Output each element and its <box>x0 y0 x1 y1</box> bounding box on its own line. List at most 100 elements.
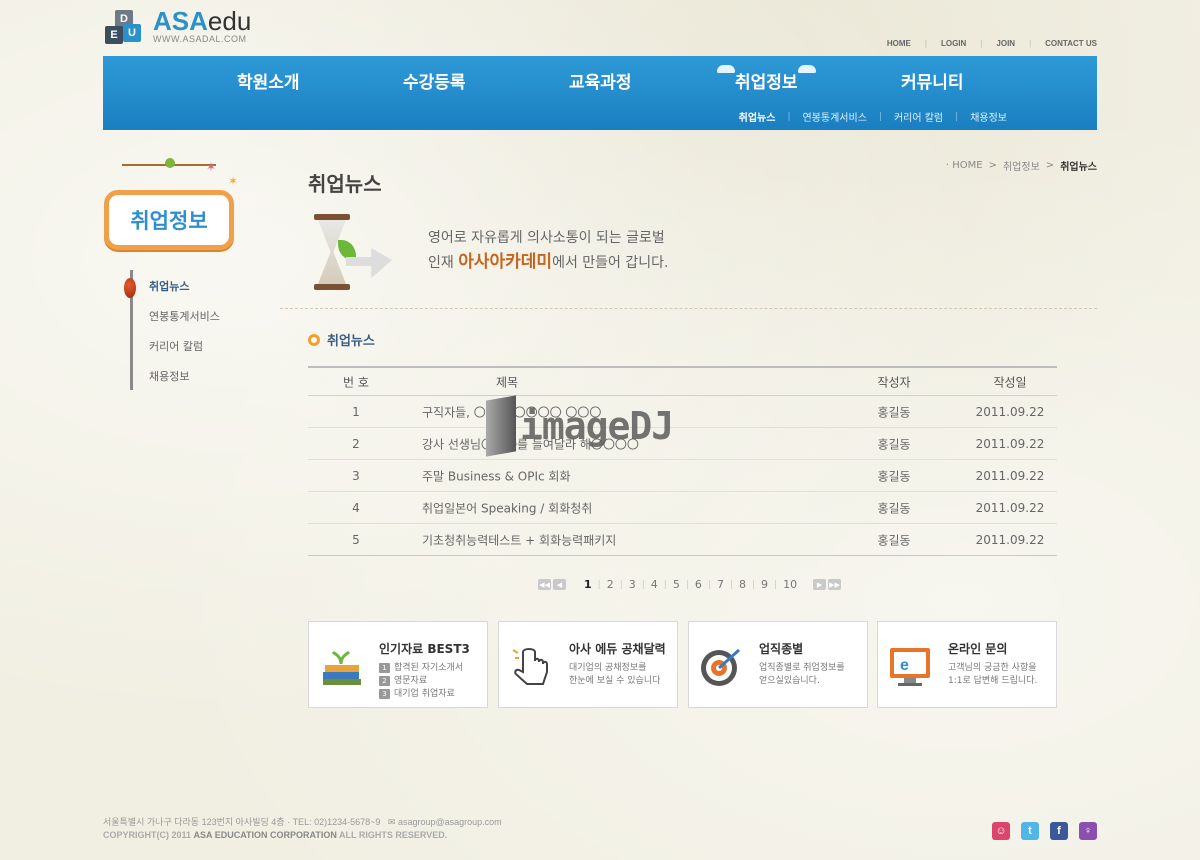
footer-address: 서울특별시 가나구 다라동 123번지 아사빌딩 4층 · TEL: 02)12… <box>103 817 381 827</box>
page-link[interactable]: 9 <box>755 578 774 591</box>
table-row[interactable]: 4 취업일본어 Speaking / 회화청취 홍길동 2011.09.22 <box>308 492 1057 524</box>
row-writer: 홍길동 <box>877 437 911 451</box>
twitter-icon[interactable]: t <box>1021 822 1039 840</box>
breadcrumb-jobs[interactable]: 취업정보 <box>1003 158 1040 173</box>
page-link[interactable]: 2 <box>601 578 620 591</box>
footer-copyright: COPYRIGHT(C) 2011 ASA EDUCATION CORPORAT… <box>103 829 502 842</box>
header-no: 번 호 <box>343 375 369 389</box>
banner-by-industry[interactable]: 업직종별 업직종별로 취업정보를 얻으실있습니다. <box>688 621 868 708</box>
banner-desc: 고객님의 궁금한 사항을 1:1로 답변해 드립니다. <box>948 662 1037 688</box>
rank-item[interactable]: 1 합격된 자기소개서 <box>379 662 463 675</box>
nav-item-registration[interactable]: 수강등록 <box>403 68 466 93</box>
banner-best3[interactable]: 인기자료 BEST3 1 합격된 자기소개서 2 영문자료 3 대기업 취업자료 <box>308 621 488 708</box>
sidebar-nav: 취업뉴스 연봉통계서비스 커리어 칼럼 채용정보 <box>124 270 250 390</box>
banner-recruit-calendar[interactable]: 아사 에듀 공채달력 대기업의 공채정보를 한눈에 보실 수 있습니다 <box>498 621 678 708</box>
hourglass-bottom <box>314 284 350 290</box>
sidebar-item-career-column[interactable]: 커리어 칼럼 <box>149 338 203 354</box>
footer: 서울특별시 가나구 다라동 123번지 아사빌딩 4층 · TEL: 02)12… <box>103 816 502 842</box>
page-link[interactable]: 8 <box>733 578 752 591</box>
util-separator: | <box>980 39 983 48</box>
facebook-icon[interactable]: f <box>1050 822 1068 840</box>
sub-nav-job-news[interactable]: 취업뉴스 <box>739 109 776 124</box>
row-no: 2 <box>352 436 360 451</box>
sub-nav-career-column[interactable]: 커리어 칼럼 <box>894 109 943 124</box>
star-icon: ✶ <box>228 174 239 188</box>
page-link[interactable]: 1 <box>578 578 598 591</box>
nav-item-about[interactable]: 학원소개 <box>237 68 300 93</box>
rank-item[interactable]: 2 영문자료 <box>379 675 463 688</box>
page-link[interactable]: 5 <box>667 578 686 591</box>
header-date: 작성일 <box>993 375 1027 389</box>
last-page-icon[interactable]: ▶▶ <box>828 579 842 590</box>
util-join-link[interactable]: JOIN <box>996 39 1015 48</box>
yozm-icon[interactable]: ♀ <box>1079 822 1097 840</box>
hero-line-1: 영어로 자유롭게 의사소통이 되는 글로벌 <box>428 230 665 246</box>
banner-desc: 1 합격된 자기소개서 2 영문자료 3 대기업 취업자료 <box>379 662 463 701</box>
sidebar-title: 취업정보 <box>104 190 234 250</box>
sign-pin-icon <box>165 158 175 168</box>
page-link[interactable]: 7 <box>711 578 730 591</box>
sidebar-title-sign: ✶ ✶ 취업정보 <box>104 158 238 258</box>
sidebar-item-job-news[interactable]: 취업뉴스 <box>149 278 189 294</box>
circle-bullet-icon <box>308 333 320 346</box>
nav-item-courses[interactable]: 교육과정 <box>569 68 632 93</box>
util-contact-link[interactable]: CONTACT US <box>1045 39 1097 48</box>
books-icon <box>319 642 367 690</box>
footer-address-line: 서울특별시 가나구 다라동 123번지 아사빌딩 4층 · TEL: 02)12… <box>103 816 502 829</box>
hero-line-2-pre: 인재 <box>428 255 459 271</box>
sub-nav-separator: | <box>787 111 791 122</box>
row-title-link[interactable]: 기초청취능력테스트 + 회화능력패키지 <box>422 531 616 548</box>
row-no: 3 <box>352 468 360 483</box>
row-writer: 홍길동 <box>877 405 911 419</box>
row-writer: 홍길동 <box>877 469 911 483</box>
rank-item[interactable]: 3 대기업 취업자료 <box>379 688 463 701</box>
page-link[interactable]: 6 <box>689 578 708 591</box>
table-row[interactable]: 1 구직자들, 〇〇〇 〇〇〇〇 〇〇〇 홍길동 2011.09.22 <box>308 396 1057 428</box>
page-link[interactable]: 3 <box>623 578 642 591</box>
next-page-icon[interactable]: ▶ <box>813 579 827 590</box>
breadcrumb-home[interactable]: · HOME <box>946 160 983 171</box>
sub-nav-separator: | <box>878 111 882 122</box>
row-no: 5 <box>352 532 360 547</box>
banner-title: 업직종별 <box>759 642 804 656</box>
row-title-link[interactable]: 강사 선생님〇〇〇를 들여달라 해〇〇〇〇 <box>422 435 639 452</box>
first-page-icon[interactable]: ◀◀ <box>538 579 551 590</box>
table-row[interactable]: 3 주말 Business & OPIc 회화 홍길동 2011.09.22 <box>308 460 1057 492</box>
rank-item-label: 영문자료 <box>394 676 428 686</box>
banner-title: 온라인 문의 <box>948 642 1008 656</box>
sidebar-item-recruitment[interactable]: 채용정보 <box>149 368 189 384</box>
row-title-link[interactable]: 취업일본어 Speaking / 회화청취 <box>422 499 592 516</box>
sub-nav: 취업뉴스 | 연봉통계서비스 | 커리어 칼럼 | 채용정보 <box>739 109 1007 125</box>
rank-2-badge: 2 <box>379 676 390 686</box>
banner-desc-line: 얻으실있습니다. <box>759 676 820 686</box>
footer-email-link[interactable]: asagroup@asagroup.com <box>398 817 502 827</box>
row-title-link[interactable]: 주말 Business & OPIc 회화 <box>422 467 571 484</box>
row-no: 4 <box>352 500 360 515</box>
table-row[interactable]: 2 강사 선생님〇〇〇를 들여달라 해〇〇〇〇 홍길동 2011.09.22 <box>308 428 1057 460</box>
page-link[interactable]: 10 <box>777 578 803 591</box>
util-login-link[interactable]: LOGIN <box>941 39 966 48</box>
table-row[interactable]: 5 기초청취능력테스트 + 회화능력패키지 홍길동 2011.09.22 <box>308 524 1057 556</box>
hero-banner: 영어로 자유롭게 의사소통이 되는 글로벌 인재 아사아카데미에서 만들어 갑니… <box>308 210 708 300</box>
util-home-link[interactable]: HOME <box>887 39 911 48</box>
chevron-right-icon: > <box>1045 160 1055 171</box>
banner-online-inquiry[interactable]: e 온라인 문의 고객님의 궁금한 사항을 1:1로 답변해 드립니다. <box>877 621 1057 708</box>
banner-title: 아사 에듀 공채달력 <box>569 642 666 656</box>
sub-nav-recruitment[interactable]: 채용정보 <box>970 109 1007 124</box>
logo-asa: ASA <box>153 6 208 36</box>
active-bullet-icon <box>124 278 136 298</box>
header-title: 제목 <box>496 375 519 389</box>
prev-page-icon[interactable]: ◀ <box>553 579 566 590</box>
sub-nav-salary-stats[interactable]: 연봉통계서비스 <box>803 109 867 124</box>
page-title: 취업뉴스 <box>308 172 382 196</box>
util-separator: | <box>924 39 927 48</box>
sidebar-item-salary-stats[interactable]: 연봉통계서비스 <box>149 308 220 324</box>
page-link[interactable]: 4 <box>645 578 664 591</box>
row-title-link[interactable]: 구직자들, 〇〇〇 〇〇〇〇 〇〇〇 <box>422 403 601 420</box>
nav-item-jobs[interactable]: 취업정보 <box>717 65 816 93</box>
banner-title: 인기자료 BEST3 <box>379 642 470 656</box>
me2day-icon[interactable]: ☺ <box>992 822 1010 840</box>
banner-desc-line: 한눈에 보실 수 있습니다 <box>569 676 661 686</box>
nav-item-community[interactable]: 커뮤니티 <box>901 68 964 93</box>
site-logo[interactable]: D E U ASAedu WWW.ASADAL.COM <box>103 8 251 48</box>
